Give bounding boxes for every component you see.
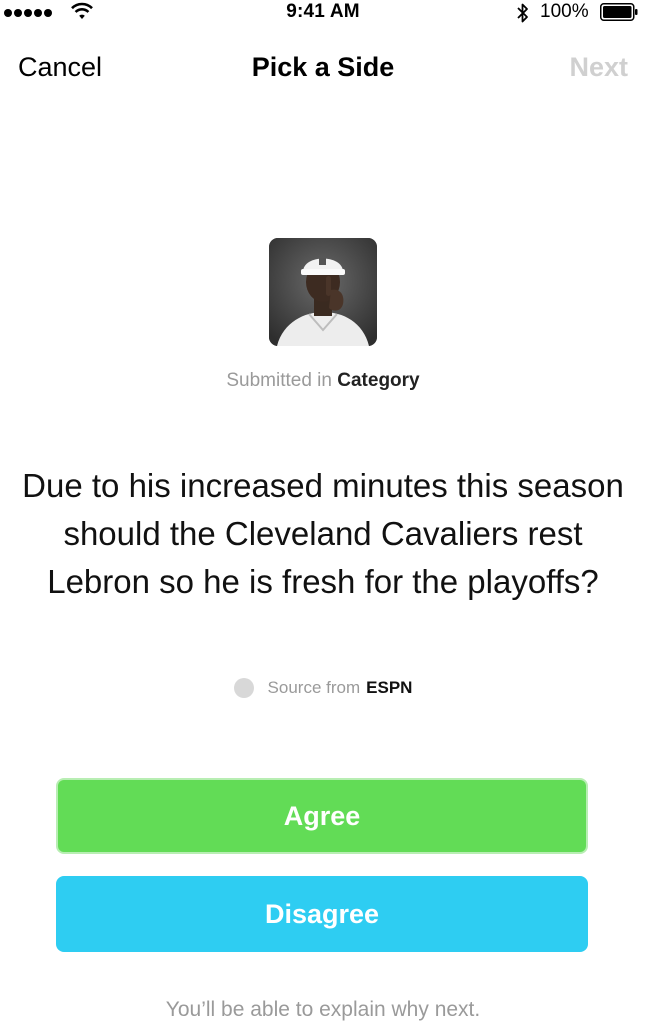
source-logo-icon: [233, 678, 254, 698]
next-button[interactable]: Next: [569, 52, 628, 83]
category-link[interactable]: Category: [337, 370, 419, 391]
source-prefix: Source from: [267, 678, 361, 697]
question-text: Due to his increased minutes this season…: [22, 467, 624, 600]
battery-percent: 100%: [540, 1, 589, 22]
submitted-prefix: Submitted in: [226, 370, 332, 391]
agree-button[interactable]: Agree: [56, 778, 588, 854]
page-title: Pick a Side: [251, 52, 395, 82]
disagree-button[interactable]: Disagree: [56, 876, 588, 952]
navigation-bar: Cancel Pick a Side Next: [0, 44, 646, 96]
profile-photo: [269, 238, 377, 346]
post-thumbnail: [269, 238, 377, 346]
status-bar: 9:41 AM 100%: [0, 0, 646, 26]
battery-full-icon: [600, 3, 638, 21]
source-line: Source from ESPN: [0, 676, 646, 700]
submitted-in-text: Submitted in Category: [0, 370, 646, 392]
bluetooth-icon: [517, 3, 528, 23]
explain-footnote: You’ll be able to explain why next.: [165, 998, 481, 1021]
source-name[interactable]: ESPN: [366, 678, 412, 698]
